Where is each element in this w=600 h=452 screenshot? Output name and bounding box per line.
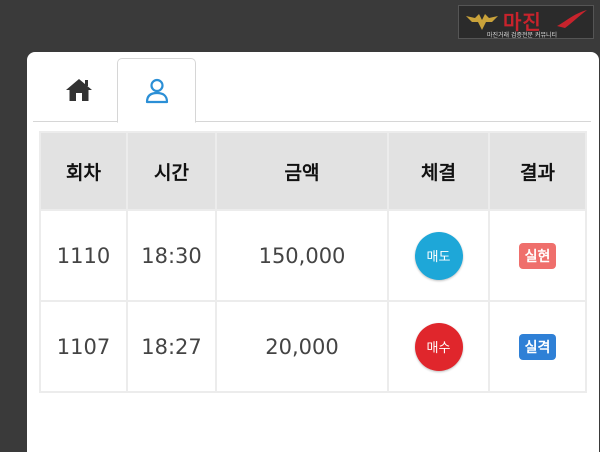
cell-amount: 150,000 (215, 209, 389, 302)
cell-round: 1107 (39, 300, 128, 393)
table-row: 1110 18:30 150,000 매도 실현 (39, 209, 587, 302)
cell-trade: 매수 (387, 300, 490, 393)
header-trade: 체결 (387, 131, 490, 211)
table-header-row: 회차 시간 금액 체결 결과 (39, 131, 587, 211)
cell-time: 18:27 (126, 300, 217, 393)
table-row: 1107 18:27 20,000 매수 실격 (39, 300, 587, 393)
cell-result: 실격 (488, 300, 587, 393)
cell-round: 1110 (39, 209, 128, 302)
result-badge-lose: 실격 (518, 334, 557, 360)
content-panel: 회차 시간 금액 체결 결과 1110 18:30 150,000 매도 실현 (27, 52, 599, 452)
header-amount: 금액 (215, 131, 389, 211)
cell-time: 18:30 (126, 209, 217, 302)
tab-bar (27, 52, 599, 123)
home-icon (66, 79, 92, 101)
tab-home[interactable] (40, 58, 118, 122)
cell-result: 실현 (488, 209, 587, 302)
header-time: 시간 (126, 131, 217, 211)
user-icon (145, 78, 168, 103)
trade-table: 회차 시간 금액 체결 결과 1110 18:30 150,000 매도 실현 (39, 131, 587, 393)
header-result: 결과 (488, 131, 587, 211)
watermark-logo: 마진 마진거래 검증전문 커뮤니티 (458, 5, 594, 39)
buy-badge: 매수 (414, 322, 463, 371)
eagle-emblem-icon (466, 14, 498, 30)
logo-tagline: 마진거래 검증전문 커뮤니티 (487, 32, 558, 39)
tab-user[interactable] (117, 58, 196, 123)
result-badge-win: 실현 (518, 243, 557, 269)
header-round: 회차 (39, 131, 128, 211)
cell-trade: 매도 (387, 209, 490, 302)
cell-amount: 20,000 (215, 300, 389, 393)
sell-badge: 매도 (414, 231, 463, 280)
swoosh-icon (557, 10, 587, 28)
